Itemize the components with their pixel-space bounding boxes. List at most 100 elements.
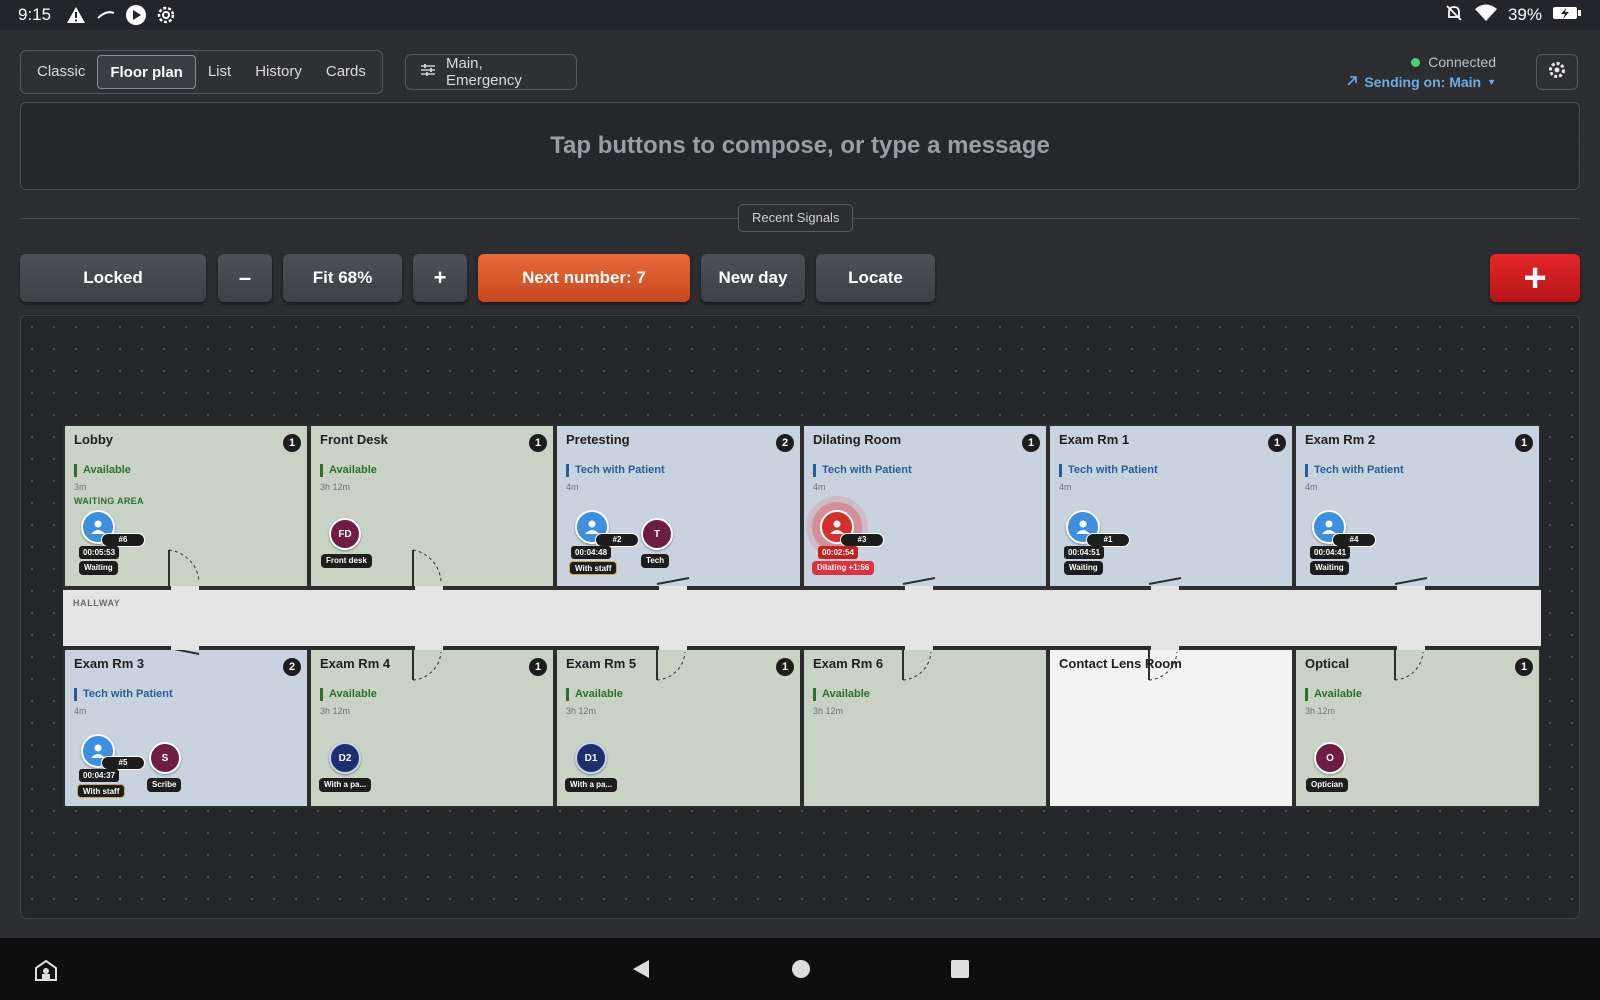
- room-dilating[interactable]: Dilating Room 1 Tech with Patient 4m #3 …: [802, 424, 1048, 588]
- tab-history[interactable]: History: [243, 55, 314, 89]
- occupancy-badge: 1: [1022, 434, 1040, 452]
- staff-avatar[interactable]: O: [1314, 742, 1346, 774]
- area-label: WAITING AREA: [74, 496, 144, 506]
- patient-state-tag: Waiting: [79, 561, 118, 575]
- recent-signals-button[interactable]: Recent Signals: [738, 204, 854, 232]
- back-triangle-icon: [633, 960, 649, 978]
- staff-role-tag: Tech: [641, 554, 670, 568]
- room-elapsed: 3h 12m: [320, 706, 351, 716]
- room-status: Available: [1305, 688, 1362, 701]
- tab-cards[interactable]: Cards: [314, 55, 378, 89]
- recents-square-icon: [951, 960, 969, 978]
- patient-state-tag: Dilating +1:56: [812, 561, 875, 575]
- room-status: Tech with Patient: [1059, 464, 1158, 477]
- clock: 9:15: [18, 5, 52, 24]
- occupancy-badge: 1: [1515, 658, 1533, 676]
- room-name: Pretesting: [566, 432, 630, 447]
- fit-zoom-button[interactable]: Fit 68%: [283, 254, 402, 302]
- room-elapsed: 3h 12m: [566, 706, 597, 716]
- patient-number: #1: [1086, 533, 1130, 547]
- occupancy-badge: 1: [1515, 434, 1533, 452]
- staff-avatar[interactable]: FD: [329, 518, 361, 550]
- patient-timer: 00:02:54: [818, 546, 859, 559]
- room-name: Optical: [1305, 656, 1350, 671]
- floor-plan-canvas[interactable]: Lobby 1 Available 3m WAITING AREA #6 00:…: [20, 315, 1580, 919]
- patient-state-tag: Waiting: [1310, 561, 1349, 575]
- room-exam-5[interactable]: Exam Rm 5 1 Available 3h 12m D1 With a p…: [555, 648, 802, 808]
- zoom-in-button[interactable]: +: [413, 254, 467, 302]
- room-exam-6[interactable]: Exam Rm 6 Available 3h 12m: [802, 648, 1048, 808]
- occupancy-badge: 1: [283, 434, 301, 452]
- channel-filter-button[interactable]: Main, Emergency: [405, 54, 577, 90]
- back-button[interactable]: [626, 954, 656, 984]
- room-status: Available: [566, 688, 623, 701]
- room-name: Front Desk: [320, 432, 388, 447]
- tab-floor-plan[interactable]: Floor plan: [97, 55, 196, 89]
- accessibility-button[interactable]: [30, 954, 62, 986]
- room-elapsed: 4m: [566, 482, 579, 492]
- doctor-avatar[interactable]: D1: [575, 742, 607, 774]
- patient-state-tag: With staff: [77, 784, 126, 798]
- room-pretesting[interactable]: Pretesting 2 Tech with Patient 4m #2 00:…: [555, 424, 802, 588]
- recents-button[interactable]: [945, 954, 975, 984]
- zoom-out-button[interactable]: –: [218, 254, 272, 302]
- patient-number: #4: [1332, 533, 1376, 547]
- new-day-button[interactable]: New day: [701, 254, 805, 302]
- patient-timer: 00:04:37: [79, 769, 120, 782]
- occupancy-badge: 1: [776, 658, 794, 676]
- home-circle-icon: [792, 960, 810, 978]
- room-elapsed: 3m: [74, 482, 87, 492]
- doctor-avatar[interactable]: D2: [329, 742, 361, 774]
- lock-toggle-button[interactable]: Locked: [20, 254, 206, 302]
- channel-filter-label: Main, Emergency: [446, 55, 522, 89]
- room-exam-1[interactable]: Exam Rm 1 1 Tech with Patient 4m #1 00:0…: [1048, 424, 1294, 588]
- status-dot: [1411, 57, 1421, 67]
- wifi-icon: [1474, 3, 1498, 28]
- occupancy-badge: 1: [1268, 434, 1286, 452]
- room-optical[interactable]: Optical 1 Available 3h 12m O Optician: [1294, 648, 1541, 808]
- hallway: HALLWAY: [63, 588, 1541, 648]
- settings-button[interactable]: [1536, 54, 1578, 90]
- room-front-desk[interactable]: Front Desk 1 Available 3h 12m FD Front d…: [309, 424, 555, 588]
- staff-avatar[interactable]: T: [641, 518, 673, 550]
- locate-button[interactable]: Locate: [816, 254, 935, 302]
- room-status: Available: [74, 464, 131, 477]
- staff-role-tag: With a pa...: [565, 778, 618, 792]
- room-exam-4[interactable]: Exam Rm 4 1 Available 3h 12m D2 With a p…: [309, 648, 555, 808]
- room-status: Available: [320, 688, 377, 701]
- home-app-icon: [35, 959, 57, 981]
- room-lobby[interactable]: Lobby 1 Available 3m WAITING AREA #6 00:…: [63, 424, 309, 588]
- next-number-button[interactable]: Next number: 7: [478, 254, 690, 302]
- connection-status: Connected Sending on: Main ▼: [1346, 54, 1496, 90]
- tab-list[interactable]: List: [196, 55, 243, 89]
- cast-icon: [95, 4, 117, 26]
- patient-state-tag: With staff: [569, 561, 618, 575]
- room-elapsed: 4m: [74, 706, 87, 716]
- patient-number: #2: [595, 533, 639, 547]
- room-exam-2[interactable]: Exam Rm 2 1 Tech with Patient 4m #4 00:0…: [1294, 424, 1541, 588]
- room-elapsed: 3h 12m: [1305, 706, 1336, 716]
- room-status: Tech with Patient: [1305, 464, 1404, 477]
- sending-channel-select[interactable]: Sending on: Main ▼: [1346, 74, 1496, 90]
- connection-label: Connected: [1428, 54, 1496, 70]
- hallway-label: HALLWAY: [73, 598, 121, 608]
- tab-classic[interactable]: Classic: [25, 55, 97, 89]
- patient-timer: 00:04:48: [571, 546, 612, 559]
- battery-level: 39%: [1507, 5, 1542, 24]
- view-mode-tabs: Classic Floor plan List History Cards: [20, 50, 383, 94]
- room-elapsed: 4m: [1305, 482, 1318, 492]
- room-contact-lens[interactable]: Contact Lens Room: [1048, 648, 1294, 808]
- patient-state-tag: Waiting: [1064, 561, 1103, 575]
- notifications-off-icon: [1444, 3, 1464, 28]
- room-exam-3[interactable]: Exam Rm 3 2 Tech with Patient 4m #5 00:0…: [63, 648, 309, 808]
- add-button[interactable]: +: [1490, 254, 1580, 302]
- room-status: Available: [320, 464, 377, 477]
- room-status: Tech with Patient: [813, 464, 912, 477]
- room-name: Exam Rm 5: [566, 656, 637, 671]
- room-name: Exam Rm 6: [813, 656, 884, 671]
- message-compose-area: [20, 102, 1580, 190]
- occupancy-badge: 2: [283, 658, 301, 676]
- staff-avatar[interactable]: S: [149, 742, 181, 774]
- home-button[interactable]: [786, 954, 816, 984]
- message-input[interactable]: [21, 132, 1579, 160]
